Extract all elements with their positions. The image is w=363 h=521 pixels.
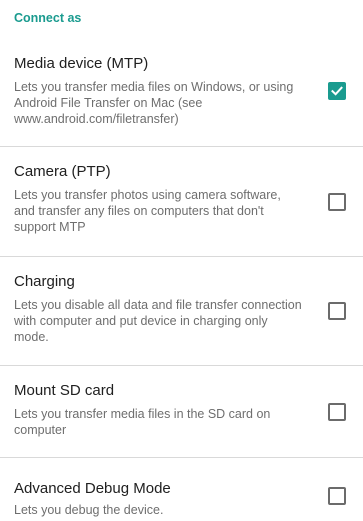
option-summary: Lets you transfer photos using camera so… bbox=[14, 188, 281, 234]
option-summary: Lets you disable all data and file trans… bbox=[14, 298, 302, 344]
option-title: Charging bbox=[14, 273, 75, 290]
checkbox-mtp[interactable] bbox=[328, 82, 346, 100]
option-title: Media device (MTP) bbox=[14, 55, 149, 72]
checkmark-icon bbox=[331, 86, 343, 96]
checkbox-ptp[interactable] bbox=[328, 193, 346, 211]
option-title: Advanced Debug Mode bbox=[14, 480, 171, 497]
divider bbox=[0, 146, 363, 147]
divider bbox=[0, 256, 363, 257]
option-title: Camera (PTP) bbox=[14, 163, 111, 180]
option-summary: Lets you debug the device. bbox=[14, 503, 164, 517]
option-summary: Lets you transfer media files on Windows… bbox=[14, 80, 294, 126]
checkbox-mount-sd[interactable] bbox=[328, 403, 346, 421]
option-title: Mount SD card bbox=[14, 382, 115, 399]
divider bbox=[0, 365, 363, 366]
divider bbox=[0, 457, 363, 458]
option-summary: Lets you transfer media files in the SD … bbox=[14, 407, 271, 437]
section-header-connect-as: Connect as bbox=[14, 11, 82, 25]
checkbox-charging[interactable] bbox=[328, 302, 346, 320]
checkbox-debug[interactable] bbox=[328, 487, 346, 505]
